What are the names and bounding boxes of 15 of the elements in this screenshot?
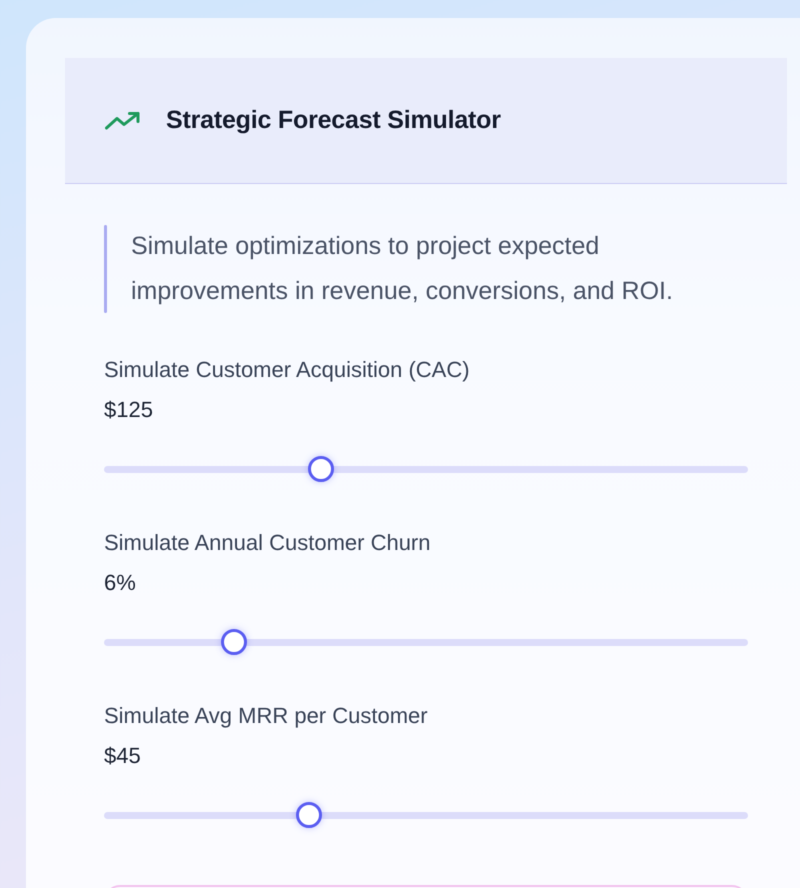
slider-label: Simulate Customer Acquisition (CAC) [104, 356, 471, 384]
slider-track[interactable] [104, 802, 748, 828]
slider-value: $45 [104, 742, 142, 770]
slider-thumb[interactable] [296, 802, 322, 828]
slider-track[interactable] [104, 629, 748, 655]
slider-thumb[interactable] [308, 456, 334, 482]
slider-thumb[interactable] [221, 629, 248, 655]
slider-value: 6% [104, 569, 137, 597]
slider-track[interactable] [104, 456, 748, 482]
slider-label: Simulate Annual Customer Churn [104, 529, 432, 557]
slider-label: Simulate Avg MRR per Customer [104, 702, 429, 730]
slider-value: $125 [104, 396, 154, 424]
trending-up-icon [105, 110, 141, 130]
panel-title: Strategic Forecast Simulator [166, 106, 501, 135]
description-text: Simulate optimizations to project expected improvements in revenue, conversions, and ROI. [130, 231, 674, 307]
